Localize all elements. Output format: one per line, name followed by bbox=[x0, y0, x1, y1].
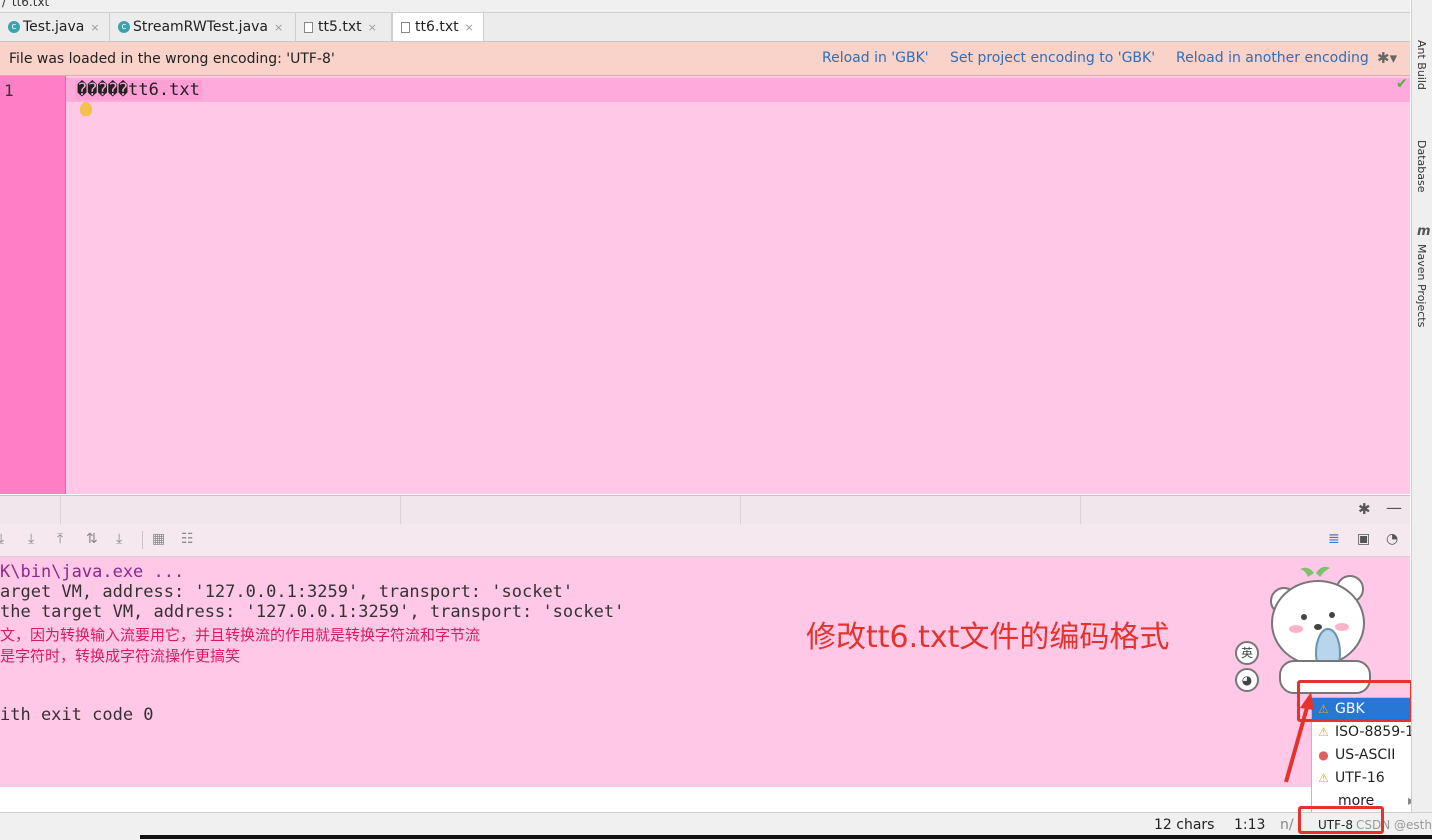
console-line: arget VM, address: '127.0.0.1:3259', tra… bbox=[0, 582, 574, 602]
char-count: 12 chars bbox=[1154, 817, 1215, 833]
close-icon[interactable]: × bbox=[368, 21, 377, 34]
ime-badge[interactable]: ◕ bbox=[1235, 668, 1259, 692]
console-line: K\bin\java.exe ... bbox=[0, 562, 185, 582]
window-bottom-edge bbox=[140, 835, 1432, 839]
editor-tab-bar: c Test.java × c StreamRWTest.java × tt5.… bbox=[0, 13, 1410, 42]
editor-area[interactable]: �����tt6.txt ✔ bbox=[66, 76, 1410, 494]
table-icon[interactable]: ▦ bbox=[152, 531, 165, 547]
console-line: 是字符时，转换成字符流操作更搞笑 bbox=[0, 647, 241, 665]
editor-gutter: 1 bbox=[0, 76, 66, 494]
encoding-warning-bar: File was loaded in the wrong encoding: '… bbox=[0, 42, 1410, 76]
close-icon[interactable]: × bbox=[90, 21, 99, 34]
tab-streamrwtest-java[interactable]: c StreamRWTest.java × bbox=[110, 13, 296, 41]
breadcrumb-file[interactable]: tt6.txt bbox=[12, 0, 49, 9]
sort-icon[interactable]: ⇅ bbox=[86, 531, 98, 547]
line-number: 1 bbox=[4, 81, 14, 100]
warning-icon: ⚠ bbox=[1318, 725, 1329, 739]
line-separator[interactable]: n/ bbox=[1280, 817, 1294, 833]
maven-icon: m bbox=[1417, 224, 1431, 239]
filter-icon[interactable]: ⤓ bbox=[116, 531, 122, 547]
annotation-highlight-box bbox=[1298, 806, 1384, 834]
tab-label: StreamRWTest.java bbox=[133, 19, 269, 35]
java-class-icon: c bbox=[118, 21, 130, 33]
lightbulb-icon[interactable] bbox=[80, 102, 92, 116]
encoding-option-label: UTF-16 bbox=[1335, 770, 1385, 786]
encoding-option-us-ascii[interactable]: ● US-ASCII bbox=[1312, 744, 1422, 767]
tab-label: tt5.txt bbox=[318, 19, 362, 35]
text-file-icon bbox=[304, 21, 313, 33]
layout-icon[interactable]: ▣ bbox=[1357, 531, 1370, 547]
editor-line-text[interactable]: �����tt6.txt bbox=[75, 80, 202, 100]
reload-another-encoding-link[interactable]: Reload in another encoding bbox=[1176, 50, 1369, 66]
console-toolbar: ⤓ ⤓ ⤒ ⇅ ⤓ ▦ ☷ ≣ ▣ ◔ bbox=[0, 524, 1410, 557]
gauge-icon[interactable]: ◔ bbox=[1386, 531, 1398, 547]
download-icon[interactable]: ⤓ bbox=[0, 531, 4, 547]
ant-build-tab[interactable]: Ant Build bbox=[1415, 40, 1428, 90]
tab-label: tt6.txt bbox=[415, 19, 459, 35]
caret-position[interactable]: 1:13 bbox=[1234, 817, 1265, 833]
right-tool-stripe: Ant Build Database m Maven Projects bbox=[1411, 0, 1432, 812]
tab-test-java[interactable]: c Test.java × bbox=[0, 13, 110, 41]
encoding-option-iso-8859-1[interactable]: ⚠ ISO-8859-1 bbox=[1312, 721, 1422, 744]
list-icon[interactable]: ≣ bbox=[1328, 531, 1340, 547]
gear-icon[interactable]: ✱ bbox=[1358, 500, 1371, 518]
annotation-text: 修改tt6.txt文件的编码格式 bbox=[806, 620, 1170, 655]
tab-tt6-txt[interactable]: tt6.txt × bbox=[392, 13, 484, 41]
error-icon: ● bbox=[1318, 748, 1329, 762]
reload-in-gbk-link[interactable]: Reload in 'GBK' bbox=[822, 50, 929, 66]
annotation-highlight-box bbox=[1297, 680, 1413, 722]
java-class-icon: c bbox=[8, 21, 20, 33]
minimize-icon[interactable]: — bbox=[1386, 498, 1402, 517]
tab-label: Test.java bbox=[23, 19, 85, 35]
encoding-option-label: US-ASCII bbox=[1335, 747, 1396, 763]
console-line: 文，因为转换输入流要用它，并且转换流的作用就是转换字符流和字节流 bbox=[0, 626, 481, 644]
gear-icon[interactable]: ✱▾ bbox=[1377, 49, 1397, 67]
upload-icon[interactable]: ⤒ bbox=[57, 531, 63, 547]
console-line: the target VM, address: '127.0.0.1:3259'… bbox=[0, 602, 625, 622]
database-tab[interactable]: Database bbox=[1415, 140, 1428, 193]
warning-icon: ⚠ bbox=[1318, 771, 1329, 785]
ime-badge[interactable]: 英 bbox=[1235, 641, 1259, 665]
close-icon[interactable]: × bbox=[465, 21, 474, 34]
encoding-option-utf-16[interactable]: ⚠ UTF-16 bbox=[1312, 767, 1422, 790]
tab-tt5-txt[interactable]: tt5.txt × bbox=[296, 13, 392, 41]
encoding-warning-message: File was loaded in the wrong encoding: '… bbox=[9, 51, 335, 67]
console-output[interactable]: K\bin\java.exe ... arget VM, address: '1… bbox=[0, 557, 1410, 787]
breadcrumb: / tt6.txt bbox=[0, 0, 1410, 13]
bear-sticker-image bbox=[1270, 566, 1371, 694]
encoding-option-label: ISO-8859-1 bbox=[1335, 724, 1415, 740]
breadcrumb-separator: / bbox=[2, 0, 7, 9]
text-file-icon bbox=[401, 21, 410, 33]
console-line: ith exit code 0 bbox=[0, 705, 154, 725]
set-project-encoding-link[interactable]: Set project encoding to 'GBK' bbox=[950, 50, 1155, 66]
check-icon: ✔ bbox=[1396, 76, 1408, 92]
tool-window-header: ✱ — bbox=[0, 495, 1410, 524]
download-icon[interactable]: ⤓ bbox=[28, 531, 34, 547]
settings-list-icon[interactable]: ☷ bbox=[181, 531, 194, 547]
close-icon[interactable]: × bbox=[274, 21, 283, 34]
current-line-highlight bbox=[66, 78, 1410, 102]
maven-projects-tab[interactable]: Maven Projects bbox=[1415, 244, 1428, 327]
